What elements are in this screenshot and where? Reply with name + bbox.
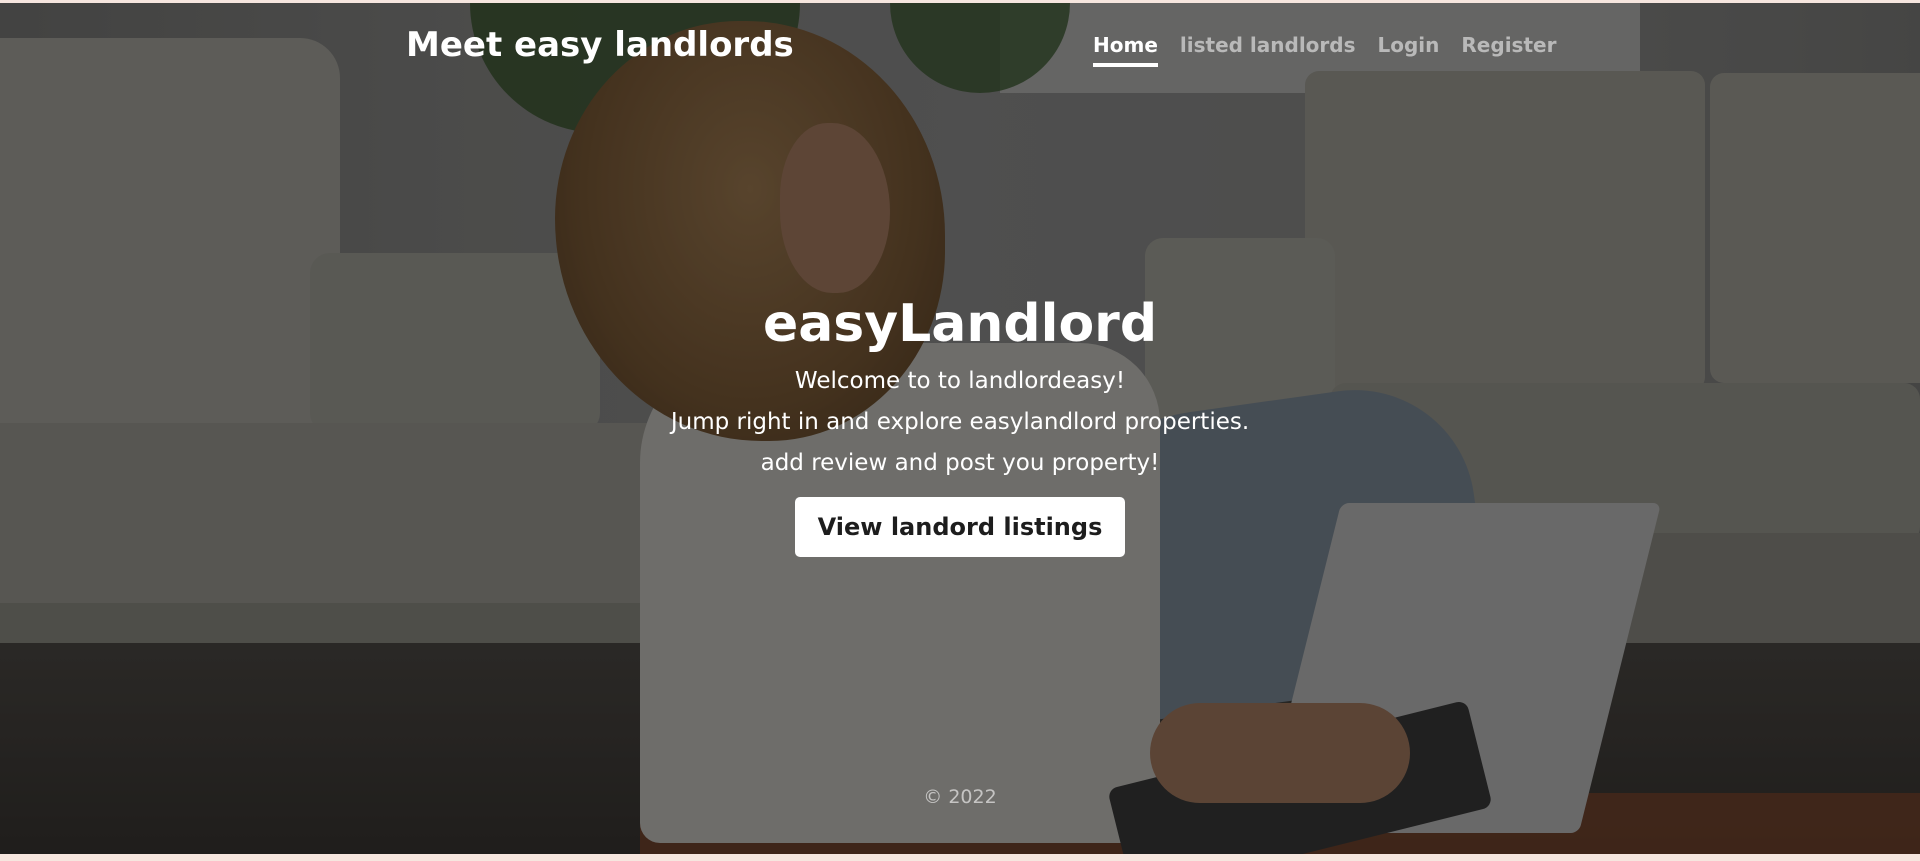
nav-item-register[interactable]: Register: [1461, 33, 1556, 67]
hero-line-review: add review and post you property!: [760, 450, 1160, 476]
hero-line-welcome: Welcome to to landlordeasy!: [794, 368, 1126, 394]
nav-item-listed-landlords[interactable]: listed landlords: [1180, 33, 1356, 67]
view-listings-button[interactable]: View landord listings: [794, 497, 1126, 557]
nav-item-home[interactable]: Home: [1093, 33, 1158, 67]
main-nav: Home listed landlords Login Register: [1093, 33, 1556, 67]
nav-item-login[interactable]: Login: [1378, 33, 1440, 67]
hero-line-explore: Jump right in and explore easylandlord p…: [670, 409, 1250, 435]
brand-title: Meet easy landlords: [406, 25, 794, 65]
footer-copyright: © 2022: [923, 786, 997, 808]
hero-content: easyLandlord Welcome to to landlordeasy!…: [0, 287, 1920, 557]
hero-title: easyLandlord: [762, 294, 1158, 354]
hero-section: Meet easy landlords Home listed landlord…: [0, 3, 1920, 854]
